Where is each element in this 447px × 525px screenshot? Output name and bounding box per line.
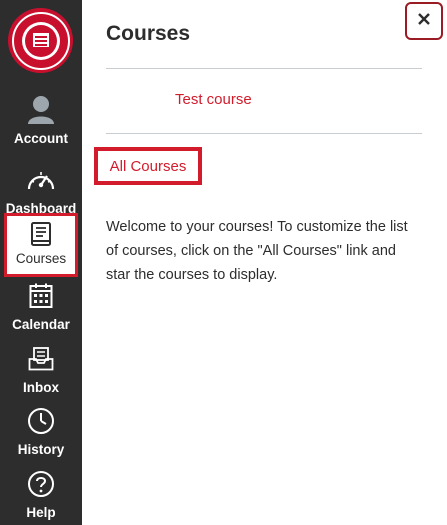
- courses-tray: Courses Test course All Courses Welcome …: [82, 0, 447, 525]
- help-icon: [27, 468, 55, 500]
- nav-calendar[interactable]: Calendar: [0, 280, 82, 334]
- nav-dashboard[interactable]: Dashboard: [0, 164, 82, 218]
- all-courses-link[interactable]: All Courses: [94, 147, 202, 185]
- course-link-test-course[interactable]: Test course: [175, 91, 252, 108]
- nav-calendar-label: Calendar: [12, 317, 70, 332]
- divider: [106, 68, 422, 69]
- inbox-icon: [28, 343, 54, 375]
- nav-inbox-label: Inbox: [23, 380, 59, 395]
- tray-title: Courses: [106, 22, 191, 45]
- nav-inbox[interactable]: Inbox: [0, 343, 82, 397]
- global-navigation: Account Dashboard Courses Calendar Inbox…: [0, 0, 82, 525]
- clock-icon: [27, 405, 55, 437]
- nav-help[interactable]: Help: [0, 468, 82, 522]
- speedometer-icon: [26, 164, 56, 196]
- welcome-message: Welcome to your courses! To customize th…: [106, 219, 408, 283]
- nav-courses-label: Courses: [15, 251, 67, 266]
- book-icon: [30, 222, 52, 248]
- user-avatar-icon: [25, 94, 57, 126]
- nav-account-label: Account: [14, 131, 68, 146]
- calendar-icon: [29, 280, 53, 312]
- nav-history[interactable]: History: [0, 405, 82, 459]
- divider: [106, 133, 422, 134]
- nav-history-label: History: [17, 442, 65, 457]
- nav-courses[interactable]: Courses: [4, 213, 78, 277]
- close-tray-button[interactable]: [405, 2, 443, 40]
- close-icon: [417, 12, 431, 31]
- nav-help-label: Help: [26, 505, 56, 520]
- university-seal-icon[interactable]: [8, 8, 73, 73]
- nav-account[interactable]: Account: [0, 94, 82, 148]
